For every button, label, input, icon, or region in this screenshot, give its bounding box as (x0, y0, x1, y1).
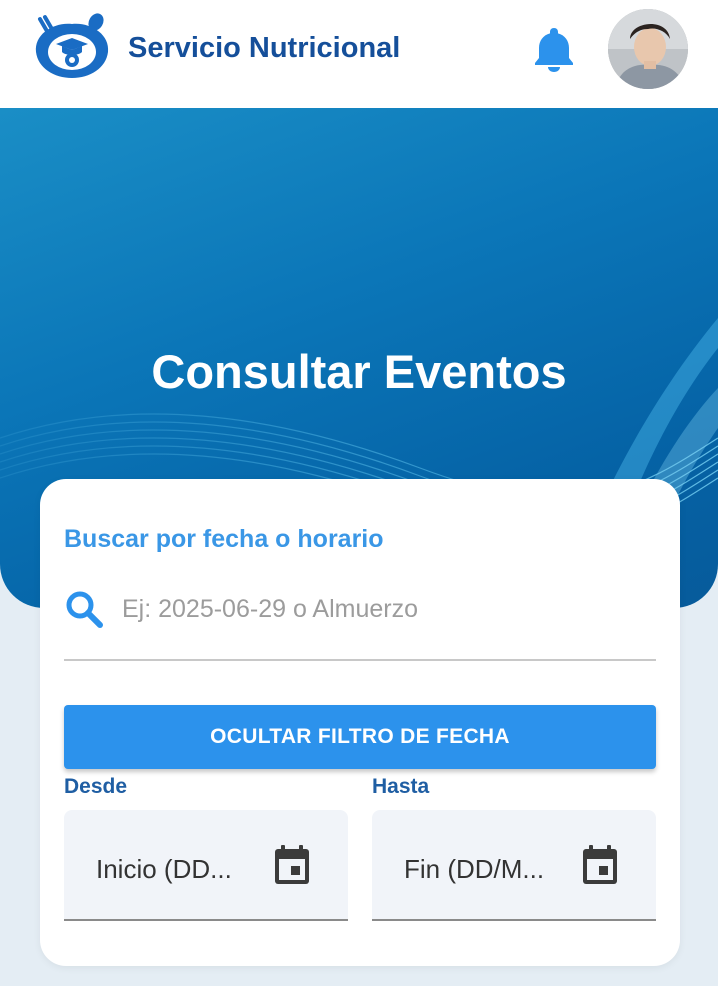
search-icon (66, 591, 103, 628)
to-date-placeholder: Fin (DD/M... (404, 854, 545, 884)
avatar[interactable] (608, 9, 688, 89)
app-header: Servicio Nutricional (0, 0, 718, 108)
calendar-icon[interactable] (272, 844, 312, 886)
search-field (64, 575, 656, 661)
app-title: Servicio Nutricional (128, 32, 401, 64)
page-title: Consultar Eventos (151, 345, 567, 398)
bell-icon[interactable] (532, 26, 576, 72)
search-input[interactable] (122, 585, 642, 633)
search-card: Buscar por fecha o horario OCULTAR FILTR… (40, 479, 680, 966)
hide-date-filter-button[interactable]: OCULTAR FILTRO DE FECHA (64, 705, 656, 769)
search-label: Buscar por fecha o horario (64, 525, 384, 553)
from-date-placeholder: Inicio (DD... (96, 854, 232, 884)
calendar-icon[interactable] (580, 844, 620, 886)
logo-icon (35, 13, 109, 78)
from-date-field[interactable]: Inicio (DD... (64, 810, 348, 921)
from-label: Desde (64, 775, 128, 798)
to-label: Hasta (372, 775, 430, 798)
avatar-image (608, 9, 688, 89)
to-date-field[interactable]: Fin (DD/M... (372, 810, 656, 921)
